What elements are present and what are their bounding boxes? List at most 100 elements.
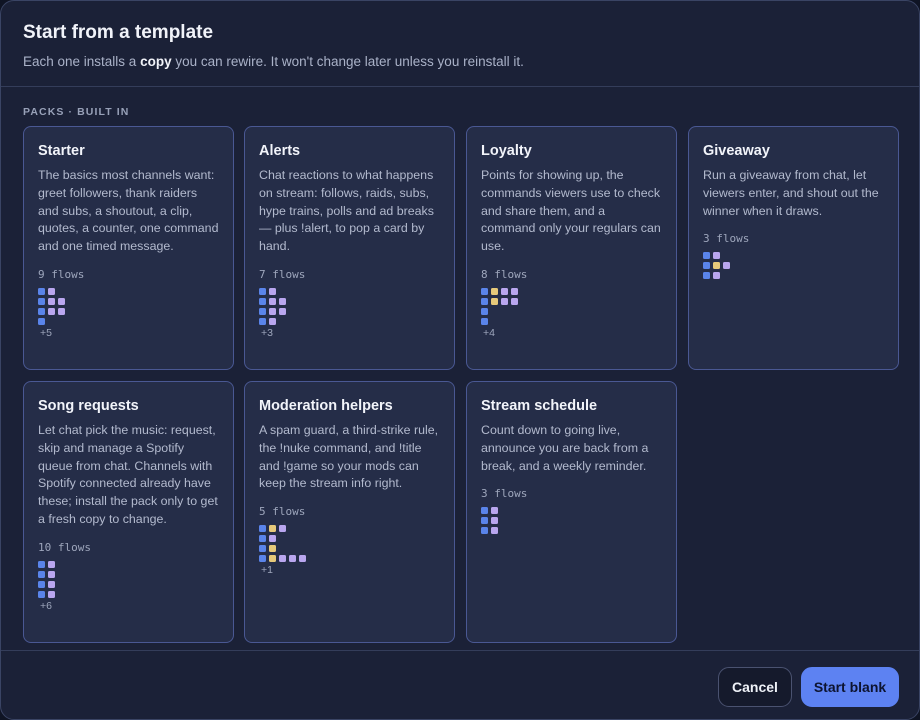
flow-dot-blue [38, 317, 45, 325]
flow-dot-blue [481, 307, 488, 315]
flow-count: 9 flows [38, 267, 85, 281]
card-description: The basics most channels want: greet fol… [38, 168, 219, 254]
flow-dot-blue [259, 317, 266, 325]
flow-dot-lilac [269, 307, 276, 315]
flow-dot-row [703, 252, 884, 260]
flow-dot-blue [259, 555, 266, 563]
flow-dot-lilac [723, 262, 730, 270]
more-count: +4 [483, 326, 495, 339]
more-count: +3 [261, 326, 273, 339]
flow-dot-blue [38, 287, 45, 295]
flow-dots [259, 287, 440, 325]
flow-dots [259, 525, 440, 563]
flow-dot-row [481, 317, 662, 325]
flow-count: 7 flows [259, 267, 306, 281]
flow-dot-row [259, 307, 440, 315]
card-name: Alerts [259, 143, 301, 159]
pack-card-song-requests[interactable]: Song requests Let chat pick the music: r… [23, 381, 234, 643]
card-description: Let chat pick the music: request, skip a… [38, 423, 218, 526]
card-name: Loyalty [481, 143, 532, 159]
flow-dot-row [38, 580, 219, 588]
flow-dot-blue [481, 527, 488, 535]
more-count: +1 [261, 564, 273, 577]
flow-dot-blue [38, 590, 45, 598]
flow-dot-blue [703, 272, 710, 280]
flow-dot-row [259, 287, 440, 295]
flow-dot-lilac [269, 287, 276, 295]
flow-count: 10 flows [38, 540, 91, 554]
dialog-subtitle: Each one installs a copy you can rewire.… [23, 54, 524, 69]
flow-dot-blue [259, 545, 266, 553]
flow-dots [38, 560, 219, 598]
flow-dot-blue [38, 297, 45, 305]
flow-dot-lilac [48, 590, 55, 598]
flow-dots [38, 287, 219, 325]
flow-dot-blue [38, 560, 45, 568]
flow-dot-row [481, 297, 662, 305]
flow-dot-row [38, 317, 219, 325]
flow-dot-row [259, 545, 440, 553]
pack-card-loyalty[interactable]: Loyalty Points for showing up, the comma… [466, 126, 677, 370]
pack-card-starter[interactable]: Starter The basics most channels want: g… [23, 126, 234, 370]
flow-dot-lilac [491, 527, 498, 535]
pack-card-moderation-helpers[interactable]: Moderation helpers A spam guard, a third… [244, 381, 455, 643]
flow-dot-lilac [58, 297, 65, 305]
flow-dot-yellow [269, 545, 276, 553]
flow-dot-blue [259, 297, 266, 305]
flow-dot-lilac [713, 252, 720, 260]
flow-dot-yellow [269, 555, 276, 563]
section-label: PACKS · BUILT IN [23, 106, 130, 118]
flow-dot-blue [259, 525, 266, 533]
flow-dot-lilac [48, 307, 55, 315]
flow-dot-lilac [491, 517, 498, 525]
flow-dot-lilac [48, 297, 55, 305]
flow-dot-blue [481, 517, 488, 525]
card-name: Giveaway [703, 143, 770, 159]
flow-dot-row [481, 517, 662, 525]
flow-dot-lilac [269, 317, 276, 325]
flow-dots [703, 252, 884, 280]
dialog-footer: Cancel Start blank [1, 650, 919, 719]
flow-count: 5 flows [259, 505, 306, 519]
flow-dot-lilac [713, 272, 720, 280]
flow-dot-blue [481, 287, 488, 295]
template-dialog: Start from a template Each one installs … [0, 0, 920, 720]
card-description: Count down to going live, announce you a… [481, 423, 649, 473]
card-name: Moderation helpers [259, 398, 393, 414]
flow-dot-row [38, 307, 219, 315]
dialog-header: Start from a template Each one installs … [1, 1, 919, 87]
flow-dot-lilac [48, 287, 55, 295]
flow-dot-lilac [48, 580, 55, 588]
card-description: Points for showing up, the commands view… [481, 168, 661, 254]
pack-card-alerts[interactable]: Alerts Chat reactions to what happens on… [244, 126, 455, 370]
flow-dot-blue [38, 580, 45, 588]
flow-count: 3 flows [481, 487, 528, 501]
flow-dot-row [38, 590, 219, 598]
flow-dot-yellow [491, 297, 498, 305]
flow-dot-row [38, 297, 219, 305]
flow-dot-lilac [269, 297, 276, 305]
start-blank-button[interactable]: Start blank [801, 667, 899, 707]
flow-dot-blue [703, 252, 710, 260]
pack-card-giveaway[interactable]: Giveaway Run a giveaway from chat, let v… [688, 126, 899, 370]
cancel-button[interactable]: Cancel [718, 667, 792, 707]
card-description: Run a giveaway from chat, let viewers en… [703, 168, 879, 218]
flow-dot-row [38, 560, 219, 568]
flow-count: 3 flows [703, 232, 750, 246]
flow-dots [481, 507, 662, 535]
flow-dot-row [703, 262, 884, 270]
flow-dot-row [259, 297, 440, 305]
flow-dot-yellow [269, 525, 276, 533]
flow-dot-row [259, 525, 440, 533]
flow-dot-yellow [491, 287, 498, 295]
flow-dot-yellow [713, 262, 720, 270]
flow-dot-lilac [279, 555, 286, 563]
flow-dot-blue [259, 287, 266, 295]
flow-dot-blue [259, 535, 266, 543]
flow-dot-blue [38, 570, 45, 578]
pack-card-stream-schedule[interactable]: Stream schedule Count down to going live… [466, 381, 677, 643]
flow-dot-row [703, 272, 884, 280]
flow-dot-row [38, 570, 219, 578]
subtitle-prefix: Each one installs a [23, 54, 141, 69]
flow-dot-lilac [491, 507, 498, 515]
